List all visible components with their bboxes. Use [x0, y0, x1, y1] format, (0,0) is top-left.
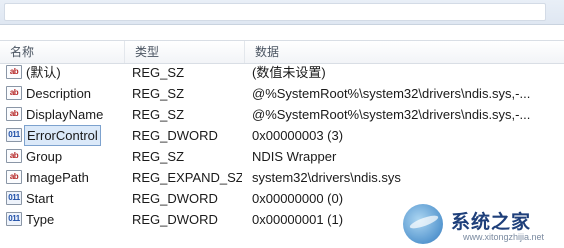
value-name-cell: ab (默认) — [6, 62, 124, 83]
string-value-icon: ab — [6, 107, 22, 121]
value-type: REG_EXPAND_SZ — [132, 170, 242, 185]
value-name: Group — [26, 149, 63, 164]
binary-value-icon: 011 — [6, 128, 22, 142]
value-data: system32\drivers\ndis.sys — [252, 170, 401, 185]
string-value-icon: ab — [6, 170, 22, 184]
binary-value-icon: 011 — [6, 212, 22, 226]
column-header: 名称 类型 数据 — [0, 40, 564, 64]
value-type: REG_DWORD — [132, 191, 218, 206]
registry-value-row[interactable]: ab DisplayName REG_SZ @%SystemRoot%\system3… — [0, 104, 564, 125]
value-name-cell: 011 Start — [6, 188, 124, 209]
watermark-logo-icon — [403, 204, 443, 244]
watermark-text: 系统之家 — [451, 212, 532, 233]
value-type: REG_SZ — [132, 65, 185, 80]
value-data: (数值未设置) — [252, 65, 326, 80]
watermark: 系统之家 www.xitongzhijia.net — [395, 200, 564, 248]
address-bar-area — [0, 0, 564, 25]
value-name-cell: ab Description — [6, 83, 124, 104]
registry-value-row[interactable]: 011 ErrorControl REG_DWORD 0x00000003 (3) — [0, 125, 564, 146]
address-bar[interactable] — [4, 3, 546, 21]
value-name-cell: 011 ErrorControl — [6, 125, 124, 146]
binary-value-icon: 011 — [6, 191, 22, 205]
value-name: ImagePath — [26, 170, 89, 185]
string-value-icon: ab — [6, 149, 22, 163]
column-header-type[interactable]: 类型 — [124, 41, 244, 63]
value-data: NDIS Wrapper — [252, 149, 337, 164]
value-type: REG_DWORD — [132, 212, 218, 227]
value-name-cell: ab Group — [6, 146, 124, 167]
watermark-url: www.xitongzhijia.net — [463, 232, 545, 242]
value-name-cell: ab DisplayName — [6, 104, 124, 125]
value-name-cell: 011 Type — [6, 209, 124, 230]
registry-value-row[interactable]: ab Group REG_SZ NDIS Wrapper — [0, 146, 564, 167]
column-header-data[interactable]: 数据 — [244, 41, 564, 63]
value-type: REG_SZ — [132, 149, 185, 164]
value-type: REG_SZ — [132, 86, 185, 101]
value-name: Description — [26, 86, 92, 101]
registry-value-row[interactable]: ab ImagePath REG_EXPAND_SZ system32\drivers… — [0, 167, 564, 188]
value-name: Type — [26, 212, 55, 227]
column-header-name[interactable]: 名称 — [0, 41, 124, 63]
value-name: Start — [26, 191, 54, 206]
value-type: REG_DWORD — [132, 128, 218, 143]
value-name-cell: ab ImagePath — [6, 167, 124, 188]
value-name: DisplayName — [26, 107, 104, 122]
value-type: REG_SZ — [132, 107, 185, 122]
string-value-icon: ab — [6, 65, 22, 79]
registry-value-row[interactable]: ab (默认) REG_SZ (数值未设置) — [0, 62, 564, 83]
value-data: @%SystemRoot%\system32\drivers\ndis.sys,… — [252, 86, 531, 101]
string-value-icon: ab — [6, 86, 22, 100]
value-name: ErrorControl — [24, 125, 101, 146]
value-name: (默认) — [26, 65, 61, 80]
registry-value-row[interactable]: ab Description REG_SZ @%SystemRoot%\system3… — [0, 83, 564, 104]
value-data: 0x00000003 (3) — [252, 128, 344, 143]
value-data: @%SystemRoot%\system32\drivers\ndis.sys,… — [252, 107, 531, 122]
